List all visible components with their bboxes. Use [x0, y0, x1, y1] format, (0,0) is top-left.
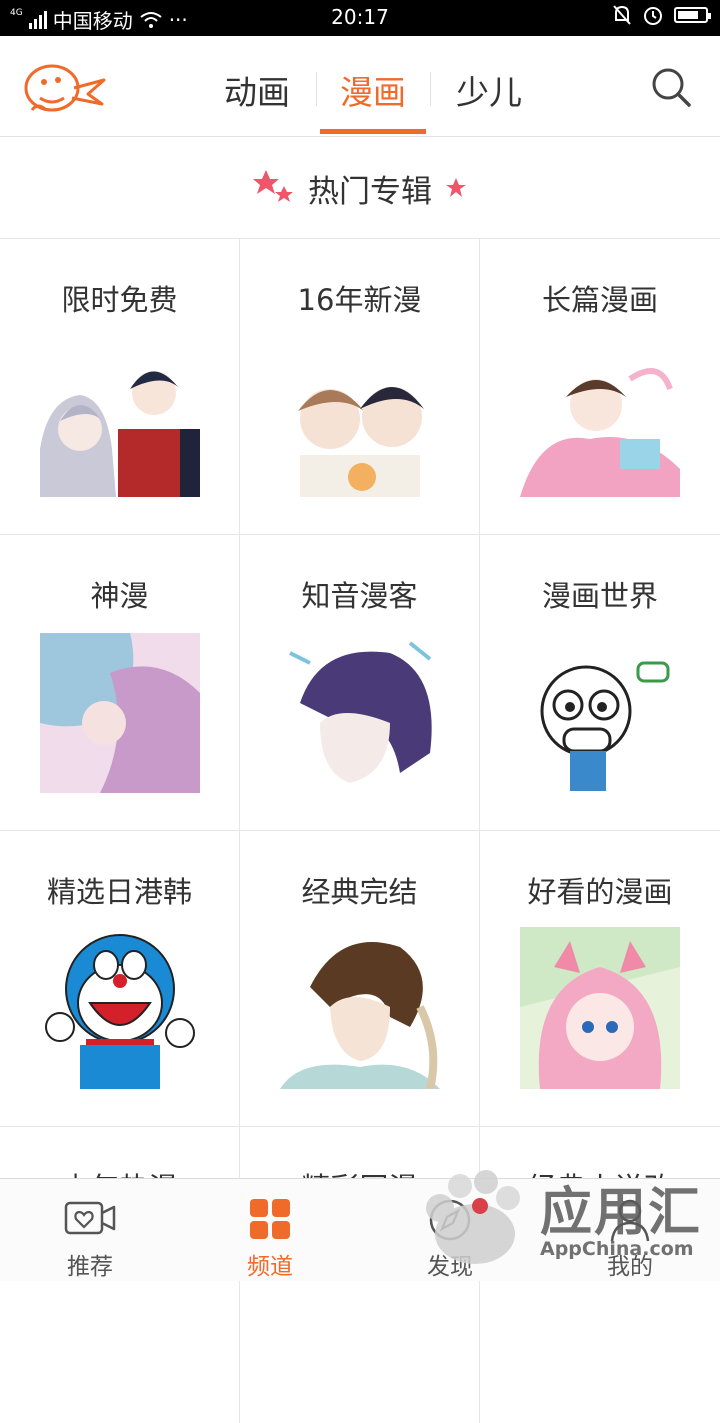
- tab-divider: [316, 72, 317, 106]
- album-title: 长篇漫画: [541, 283, 658, 317]
- alarm-icon: [644, 7, 662, 25]
- album-cover: [280, 927, 440, 1089]
- watermark-subtext: AppChina.com: [540, 1238, 694, 1260]
- album-title: 知音漫客: [301, 579, 418, 613]
- mute-icon: [613, 5, 631, 25]
- appchina-watermark: 应用汇 AppChina.com: [420, 1160, 720, 1280]
- tab-anime[interactable]: 动画: [202, 66, 312, 114]
- section-header: 热门专辑: [0, 138, 720, 239]
- battery-icon: [674, 7, 711, 23]
- status-bar: 4G 中国移动 ··· 20:17: [0, 0, 720, 36]
- album-card[interactable]: 限时免费: [0, 239, 240, 535]
- active-tab-indicator: [320, 129, 426, 134]
- album-cover: [520, 359, 680, 497]
- album-cover: [40, 633, 200, 793]
- tab-comics[interactable]: 漫画: [318, 66, 428, 114]
- album-title: 限时免费: [61, 283, 178, 317]
- album-cover: [520, 633, 680, 793]
- album-card[interactable]: 好看的漫画: [480, 831, 720, 1127]
- category-tabs: 动画 漫画 少儿: [200, 36, 540, 136]
- appchina-logo-icon: [426, 1170, 520, 1264]
- nav-channel[interactable]: 频道: [180, 1179, 360, 1281]
- tab-divider: [430, 72, 431, 106]
- album-card[interactable]: 漫画世界: [480, 535, 720, 831]
- tab-kids[interactable]: 少儿: [434, 66, 544, 114]
- album-card[interactable]: 神漫: [0, 535, 240, 831]
- grid-squares-icon: [250, 1199, 290, 1239]
- album-title: 好看的漫画: [527, 875, 673, 909]
- album-cover: [280, 359, 440, 497]
- album-card[interactable]: 长篇漫画: [480, 239, 720, 535]
- album-card[interactable]: 精选日港韩: [0, 831, 240, 1127]
- watermark-text: 应用汇: [540, 1183, 703, 1243]
- app-logo-icon[interactable]: [18, 58, 108, 116]
- section-title: 热门专辑: [308, 173, 432, 210]
- nav-recommend[interactable]: 推荐: [0, 1179, 180, 1281]
- star-decoration-icon: [446, 178, 466, 197]
- album-title: 经典完结: [301, 875, 418, 909]
- album-cover: [40, 927, 200, 1089]
- star-decoration-icon: [253, 170, 293, 202]
- top-header: 动画 漫画 少儿: [0, 36, 720, 137]
- nav-label: 推荐: [67, 1254, 113, 1280]
- tv-heart-icon: [64, 1201, 116, 1235]
- album-cover: [40, 359, 200, 497]
- album-title: 精选日港韩: [46, 875, 192, 909]
- album-title: 漫画世界: [541, 579, 658, 613]
- album-card[interactable]: 经典完结: [240, 831, 480, 1127]
- search-icon[interactable]: [650, 66, 692, 108]
- album-title: 神漫: [90, 579, 149, 613]
- nav-label: 频道: [247, 1254, 293, 1280]
- album-title: 16年新漫: [297, 283, 422, 317]
- album-card[interactable]: 知音漫客: [240, 535, 480, 831]
- album-cover: [520, 927, 680, 1089]
- album-cover: [280, 633, 440, 793]
- album-card[interactable]: 16年新漫: [240, 239, 480, 535]
